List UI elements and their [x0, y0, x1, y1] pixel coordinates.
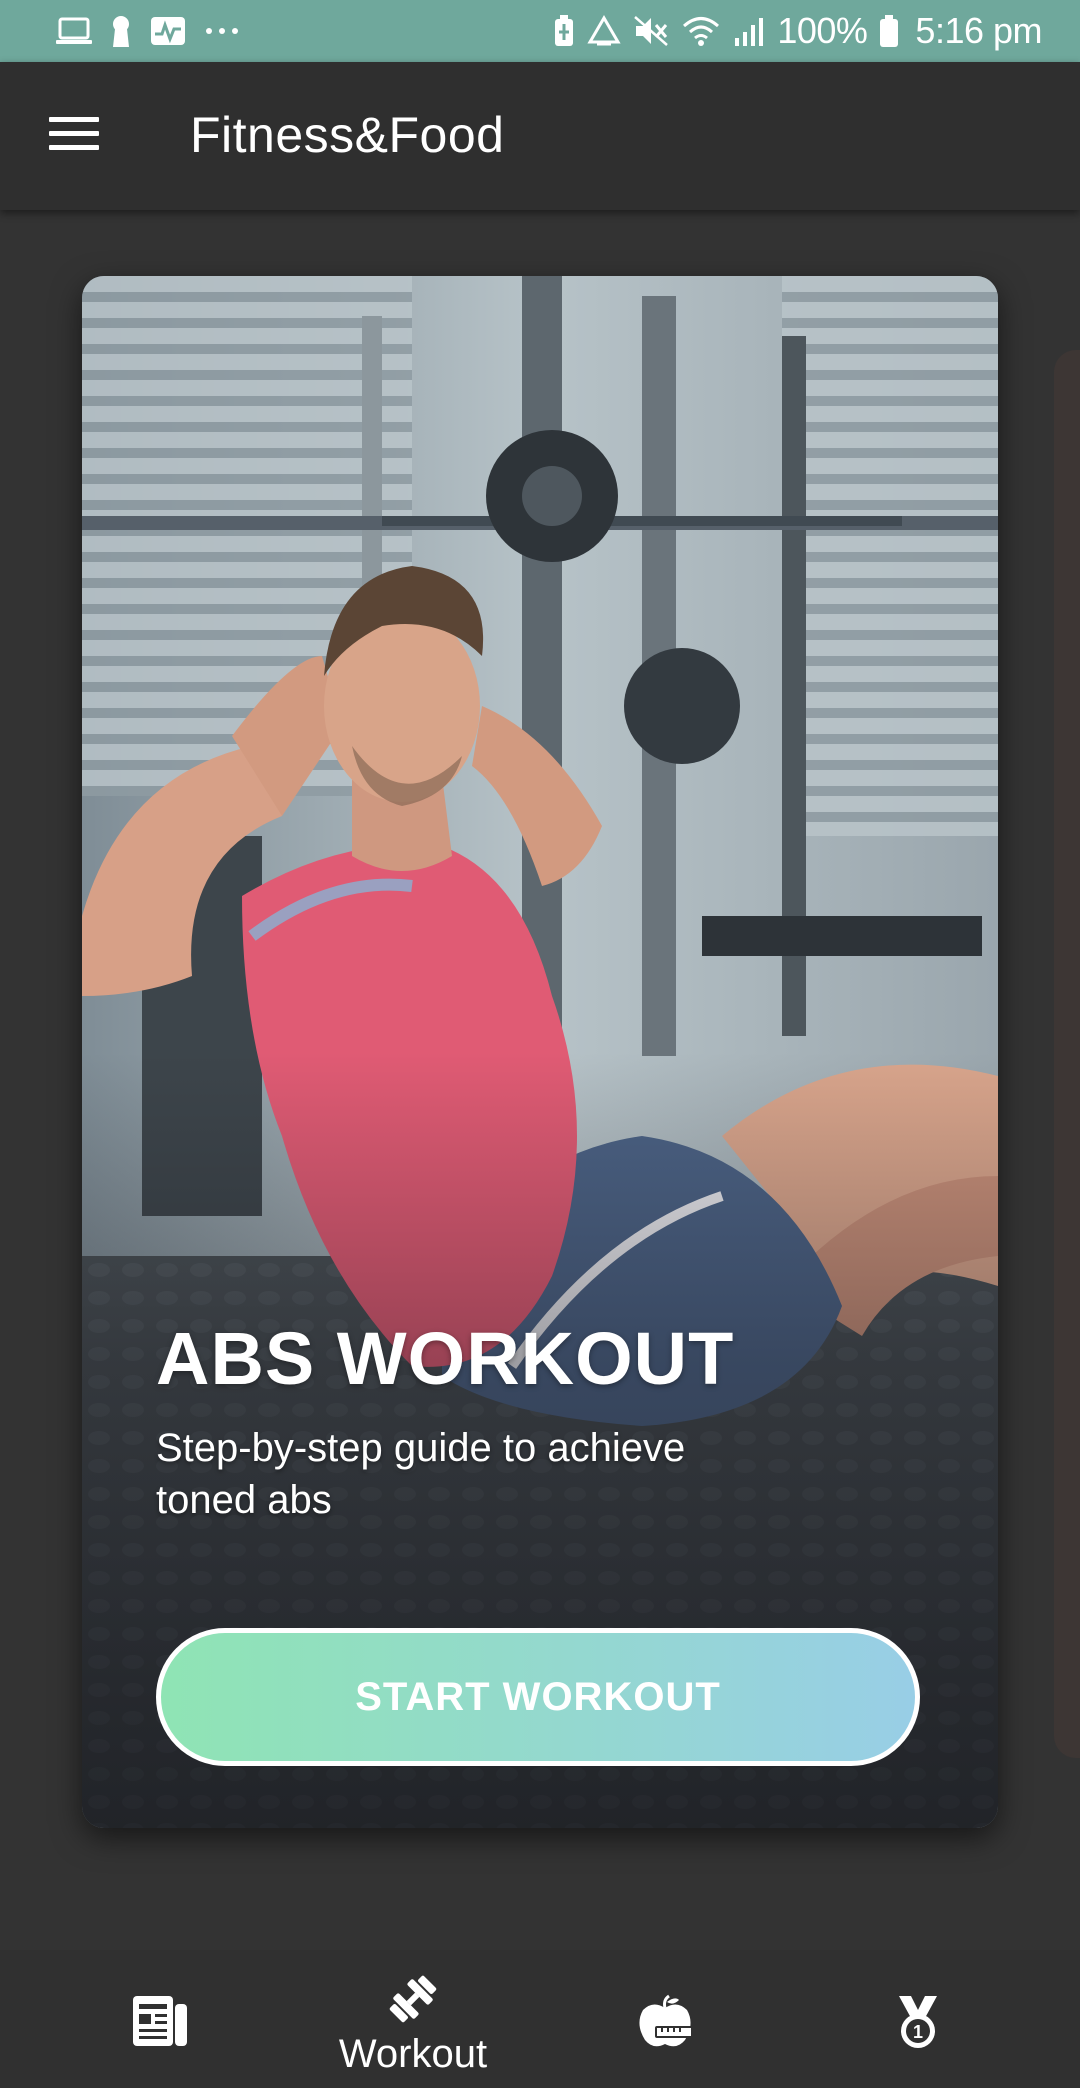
hamburger-menu-icon [48, 115, 100, 158]
activity-icon [150, 16, 186, 46]
app-bar: Fitness&Food [0, 62, 1080, 210]
nav-item-achievements[interactable]: 1 [818, 1950, 1018, 2088]
card-gradient-overlay [82, 276, 998, 1828]
recycle-icon [587, 15, 621, 47]
start-workout-label: START WORKOUT [355, 1674, 721, 1719]
start-workout-button[interactable]: START WORKOUT [156, 1628, 920, 1766]
status-bar: 100% 5:16 pm [0, 0, 1080, 62]
nav-item-nutrition[interactable] [565, 1950, 765, 2088]
medal-icon: 1 [893, 1994, 943, 2055]
next-card-peek[interactable] [1054, 350, 1080, 1758]
content-area: ABS WORKOUT Step-by-step guide to achiev… [0, 210, 1080, 1950]
clock: 5:16 pm [915, 10, 1042, 51]
bottom-navigation: Workout 1 [0, 1950, 1080, 2088]
card-title: ABS WORKOUT [156, 1317, 735, 1400]
more-dots-icon [204, 26, 240, 36]
status-right-icons: 100% 5:16 pm [553, 13, 1042, 49]
keyhole-icon [110, 15, 132, 47]
nav-item-workout[interactable]: Workout [313, 1950, 513, 2088]
signal-icon [733, 16, 765, 46]
nav-label-workout: Workout [338, 2032, 488, 2076]
nav-item-news[interactable] [60, 1950, 260, 2088]
battery-saver-icon [553, 14, 575, 48]
mute-icon [633, 15, 669, 47]
apple-measure-icon [637, 1994, 693, 2055]
card-subtitle: Step-by-step guide to achieve toned abs [156, 1426, 686, 1522]
battery-icon [879, 14, 899, 48]
laptop-icon [56, 17, 92, 45]
menu-button[interactable] [38, 108, 110, 164]
dumbbell-icon [386, 1972, 440, 2031]
news-icon [131, 1994, 189, 2053]
status-left-icons [56, 15, 240, 47]
battery-percent: 100% [777, 10, 868, 51]
app-title: Fitness&Food [190, 107, 505, 163]
wifi-icon [681, 15, 721, 47]
workout-card[interactable]: ABS WORKOUT Step-by-step guide to achiev… [82, 276, 998, 1828]
svg-text:1: 1 [913, 2022, 923, 2042]
